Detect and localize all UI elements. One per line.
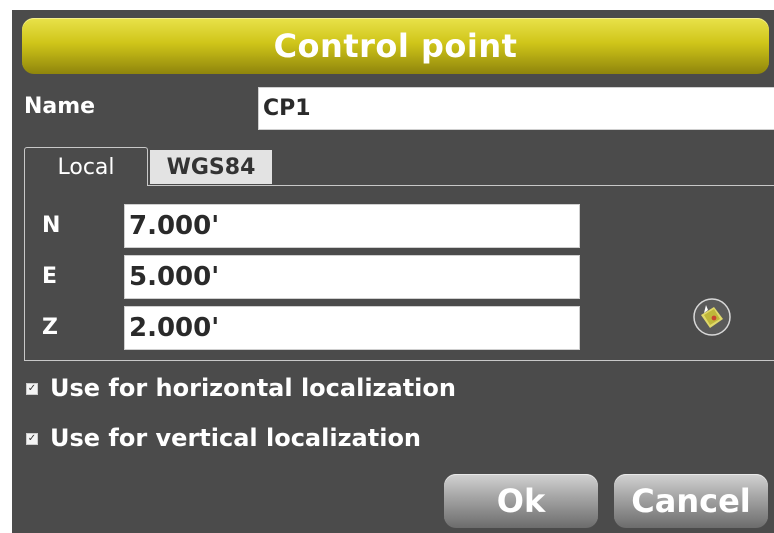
north-input[interactable]: 7.000'	[124, 204, 580, 248]
point-measure-icon[interactable]	[692, 297, 732, 337]
dialog-title-bar: Control point	[22, 18, 769, 74]
ok-button-label: Ok	[496, 482, 546, 520]
elevation-input[interactable]: 2.000'	[124, 306, 580, 350]
east-input-value: 5.000'	[129, 262, 220, 292]
name-input[interactable]: CP1	[258, 87, 774, 130]
north-label: N	[42, 213, 61, 238]
ok-button[interactable]: Ok	[444, 474, 598, 528]
east-label: E	[42, 264, 58, 289]
vertical-localization-label: Use for vertical localization	[50, 424, 422, 452]
cancel-button-label: Cancel	[631, 482, 751, 520]
dialog-title: Control point	[273, 27, 518, 65]
tab-local-label: Local	[57, 154, 115, 180]
control-point-dialog: Control point Name CP1 Local WGS84 N 7.0…	[12, 10, 774, 533]
tab-wgs84-label: WGS84	[166, 154, 256, 180]
elevation-input-value: 2.000'	[129, 313, 220, 343]
name-input-value: CP1	[263, 96, 311, 121]
cancel-button[interactable]: Cancel	[614, 474, 768, 528]
horizontal-localization-label: Use for horizontal localization	[50, 374, 456, 402]
vertical-localization-checkbox[interactable]: ✓	[26, 433, 38, 445]
east-input[interactable]: 5.000'	[124, 255, 580, 299]
name-label: Name	[24, 94, 96, 119]
elevation-label: Z	[42, 315, 58, 340]
horizontal-localization-checkbox[interactable]: ✓	[26, 383, 38, 395]
tab-local[interactable]: Local	[24, 147, 148, 186]
north-input-value: 7.000'	[129, 211, 220, 241]
tab-wgs84[interactable]: WGS84	[150, 150, 272, 184]
